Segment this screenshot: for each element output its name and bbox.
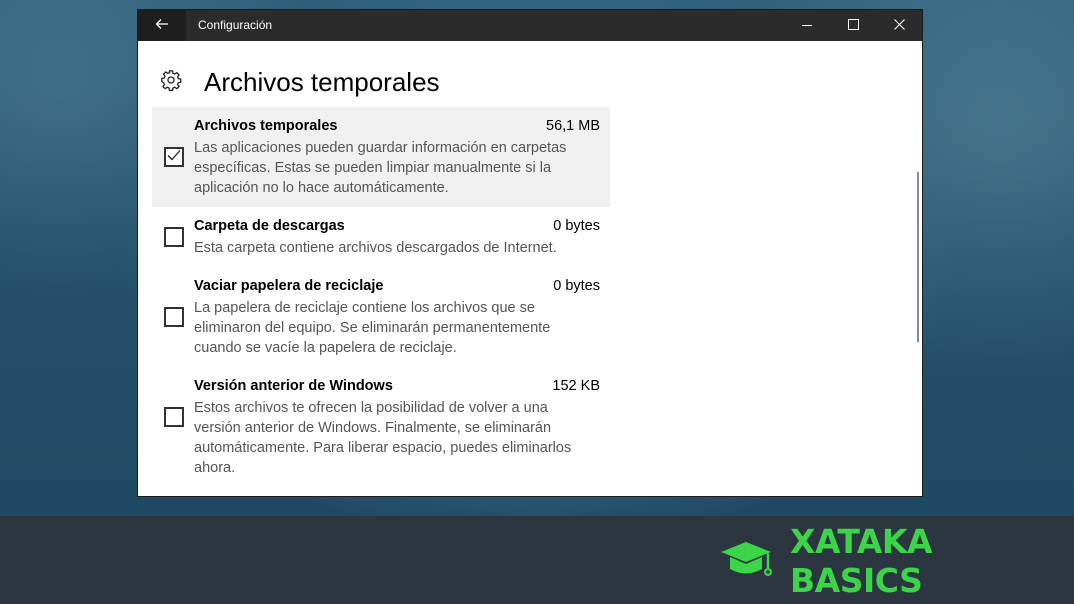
item-label: Versión anterior de Windows <box>194 378 393 394</box>
back-button[interactable] <box>138 10 186 41</box>
item-description: Las aplicaciones pueden guardar informac… <box>194 140 567 196</box>
item-size: 0 bytes <box>553 218 600 234</box>
vertical-scrollbar[interactable] <box>917 172 919 342</box>
brand-logo: XATAKA BASICS <box>718 522 1074 600</box>
maximize-button[interactable] <box>830 10 876 41</box>
item-size: 152 KB <box>552 378 600 394</box>
settings-window: Configuración Archivos temporales Archiv… <box>138 10 922 496</box>
item-size: 56,1 MB <box>546 118 600 134</box>
close-button[interactable] <box>876 10 922 41</box>
item-size: 0 bytes <box>553 278 600 294</box>
page-title: Archivos temporales <box>204 66 440 97</box>
checkbox-downloads-folder[interactable] <box>164 227 184 247</box>
item-label: Vaciar papelera de reciclaje <box>194 278 384 294</box>
gear-icon <box>160 69 182 96</box>
checkbox-temporary-files[interactable] <box>164 147 184 167</box>
window-title: Configuración <box>198 18 273 32</box>
item-description: Estos archivos te ofrecen la posibilidad… <box>194 400 572 476</box>
list-item-previous-windows[interactable]: Versión anterior de Windows 152 KB Estos… <box>152 367 610 487</box>
minimize-icon <box>802 17 812 35</box>
list-item-temporary-files[interactable]: Archivos temporales 56,1 MB Las aplicaci… <box>152 107 610 207</box>
temp-files-list: Archivos temporales 56,1 MB Las aplicaci… <box>152 107 610 487</box>
item-description: La papelera de reciclaje contiene los ar… <box>194 300 551 356</box>
checkmark-icon <box>167 148 181 166</box>
item-description: Esta carpeta contiene archivos descargad… <box>194 240 557 256</box>
page-header: Archivos temporales <box>160 66 440 98</box>
close-icon <box>893 17 905 35</box>
item-label: Carpeta de descargas <box>194 218 345 234</box>
list-item-downloads-folder[interactable]: Carpeta de descargas 0 bytes Esta carpet… <box>152 207 610 267</box>
checkbox-recycle-bin[interactable] <box>164 307 184 327</box>
arrow-left-icon <box>155 17 169 35</box>
list-item-recycle-bin[interactable]: Vaciar papelera de reciclaje 0 bytes La … <box>152 267 610 367</box>
minimize-button[interactable] <box>784 10 830 41</box>
brand-text: XATAKA BASICS <box>790 522 933 600</box>
title-bar: Configuración <box>138 10 922 41</box>
checkbox-previous-windows[interactable] <box>164 407 184 427</box>
item-label: Archivos temporales <box>194 118 338 134</box>
maximize-icon <box>847 17 859 35</box>
graduation-cap-icon <box>718 538 778 584</box>
